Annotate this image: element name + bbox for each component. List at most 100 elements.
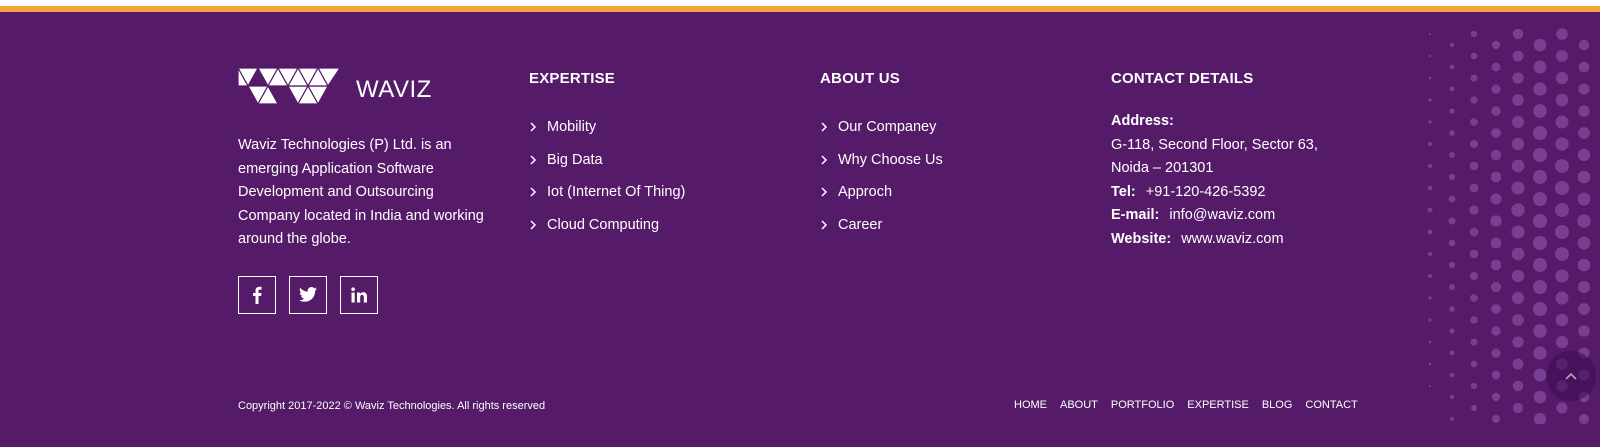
- tel-label: Tel:: [1111, 183, 1136, 200]
- social-links: [238, 275, 498, 314]
- expertise-link-cloud-computing[interactable]: Cloud Computing: [529, 209, 789, 242]
- decorative-dot: [1448, 239, 1456, 247]
- decorative-dot: [1469, 227, 1479, 237]
- link-label: Our Companey: [838, 119, 937, 136]
- decorative-dot: [1449, 350, 1455, 356]
- decorative-dot: [1578, 413, 1590, 424]
- decorative-dot: [1511, 203, 1525, 217]
- decorative-dot: [1491, 304, 1501, 314]
- decorative-dot: [1577, 192, 1591, 206]
- decorative-dot: [1450, 417, 1454, 421]
- decorative-dot: [1511, 159, 1525, 173]
- decorative-dot: [1427, 229, 1433, 235]
- decorative-dot: [1512, 358, 1524, 370]
- decorative-dot: [1533, 390, 1547, 404]
- decorative-dot: [1491, 392, 1501, 402]
- email-value[interactable]: info@waviz.com: [1169, 207, 1275, 223]
- decorative-dot: [1470, 74, 1478, 82]
- decorative-dot: [1533, 192, 1547, 206]
- decorative-dot: [1511, 247, 1525, 261]
- decorative-dot: [1533, 170, 1547, 184]
- decorative-dot: [1533, 368, 1547, 382]
- link-label: Approch: [838, 184, 893, 201]
- decorative-dot: [1490, 193, 1502, 205]
- decorative-dot: [1490, 259, 1502, 271]
- decorative-dot: [1555, 225, 1569, 239]
- decorative-dot: [1577, 258, 1591, 272]
- waviz-logo[interactable]: WAVIZ: [238, 66, 498, 110]
- decorative-dot: [1533, 280, 1547, 294]
- decorative-dot: [1449, 108, 1455, 114]
- twitter-button[interactable]: [289, 275, 327, 314]
- decorative-dot: [1512, 380, 1524, 392]
- facebook-icon: [253, 286, 262, 304]
- about-link-approach[interactable]: Approch: [820, 176, 1080, 209]
- decorative-dot: [1555, 247, 1569, 261]
- decorative-dot: [1449, 372, 1455, 378]
- footer-about-column: WAVIZ Waviz Technologies (P) Ltd. is an …: [238, 66, 498, 314]
- nav-about[interactable]: ABOUT: [1060, 399, 1098, 411]
- nav-blog[interactable]: BLOG: [1262, 399, 1293, 411]
- decorative-dot: [1490, 215, 1502, 227]
- decorative-dot: [1512, 50, 1524, 62]
- decorative-dot: [1449, 64, 1455, 70]
- decorative-dot: [1578, 83, 1590, 95]
- decorative-dot: [1491, 370, 1501, 380]
- scroll-to-top-button[interactable]: [1546, 351, 1596, 401]
- decorative-dot: [1578, 61, 1590, 73]
- nav-contact[interactable]: CONTACT: [1305, 399, 1357, 411]
- decorative-dot: [1449, 86, 1455, 92]
- nav-expertise[interactable]: EXPERTISE: [1187, 399, 1249, 411]
- decorative-dot: [1533, 302, 1547, 316]
- decorative-dot: [1491, 40, 1501, 50]
- decorative-dot: [1556, 50, 1568, 62]
- decorative-dot: [1511, 269, 1525, 283]
- tel-value[interactable]: +91-120-426-5392: [1146, 184, 1266, 200]
- decorative-dot: [1469, 205, 1479, 215]
- expertise-link-iot[interactable]: Iot (Internet Of Thing): [529, 176, 789, 209]
- decorative-dot: [1448, 261, 1456, 269]
- decorative-dot: [1577, 170, 1591, 184]
- decorative-dot: [1577, 148, 1591, 162]
- nav-home[interactable]: HOME: [1014, 399, 1047, 411]
- link-label: Mobility: [547, 119, 597, 136]
- decorative-dot: [1428, 362, 1432, 366]
- site-footer: WAVIZ Waviz Technologies (P) Ltd. is an …: [0, 12, 1600, 447]
- decorative-dot: [1533, 104, 1547, 118]
- decorative-dot: [1533, 412, 1547, 424]
- decorative-dot: [1428, 318, 1432, 322]
- decorative-dot: [1533, 214, 1547, 228]
- twitter-icon: [299, 287, 317, 302]
- decorative-dot: [1511, 181, 1525, 195]
- about-link-why-choose-us[interactable]: Why Choose Us: [820, 144, 1080, 177]
- decorative-dot: [1471, 405, 1477, 411]
- expertise-link-mobility[interactable]: Mobility: [529, 111, 789, 144]
- decorative-dot: [1428, 340, 1432, 344]
- facebook-button[interactable]: [238, 275, 276, 314]
- decorative-dot: [1512, 292, 1524, 304]
- chevron-right-icon: [530, 122, 537, 132]
- decorative-dot: [1491, 84, 1501, 94]
- about-link-career[interactable]: Career: [820, 209, 1080, 242]
- about-us-links: Our Companey Why Choose Us Approch Caree…: [820, 111, 1080, 241]
- expertise-link-big-data[interactable]: Big Data: [529, 144, 789, 177]
- decorative-dot: [1555, 137, 1569, 151]
- decorative-dot: [1555, 291, 1569, 305]
- decorative-dot: [1533, 82, 1547, 96]
- about-link-our-company[interactable]: Our Companey: [820, 111, 1080, 144]
- decorative-dot: [1512, 94, 1524, 106]
- decorative-dot: [1428, 120, 1432, 124]
- decorative-dot: [1533, 258, 1547, 272]
- chevron-right-icon: [821, 187, 828, 197]
- decorative-dot: [1533, 346, 1547, 360]
- about-us-heading: ABOUT US: [820, 70, 900, 87]
- footer-expertise-column: EXPERTISE Mobility Big Data Iot (Interne…: [529, 70, 789, 241]
- website-value[interactable]: www.waviz.com: [1181, 231, 1283, 247]
- decorative-dot: [1512, 314, 1524, 326]
- nav-portfolio[interactable]: PORTFOLIO: [1111, 399, 1174, 411]
- linkedin-button[interactable]: [340, 275, 378, 314]
- decorative-dot: [1491, 128, 1501, 138]
- decorative-dot: [1555, 115, 1569, 129]
- decorative-dot: [1449, 328, 1455, 334]
- contact-details: Address: G-118, Second Floor, Sector 63,…: [1111, 110, 1411, 251]
